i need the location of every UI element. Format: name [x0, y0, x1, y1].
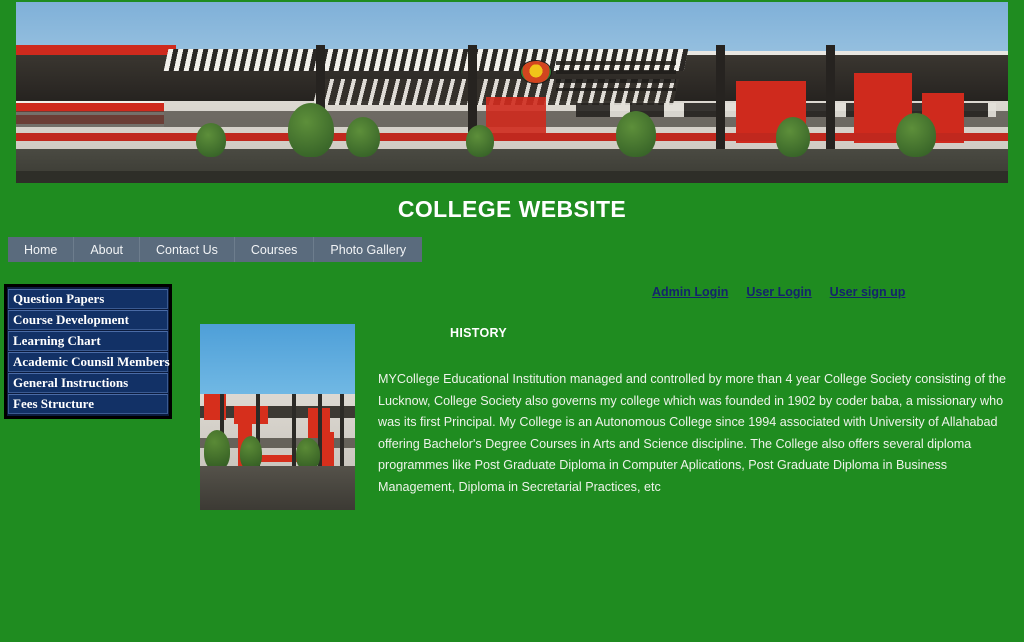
banner-road [16, 171, 1008, 183]
nav-item-photo-gallery[interactable]: Photo Gallery [314, 237, 422, 262]
college-emblem-icon [521, 61, 551, 83]
building-pillar-4 [826, 45, 835, 149]
sidebar-menu: Question Papers Course Development Learn… [4, 284, 172, 419]
banner-tree [776, 117, 810, 157]
sidebar-item-course-development[interactable]: Course Development [8, 310, 168, 330]
banner-tree [616, 111, 656, 157]
user-signup-link[interactable]: User sign up [830, 285, 906, 299]
history-heading: HISTORY [450, 326, 507, 340]
thumbnail-red-panel [322, 432, 334, 466]
banner-tree [346, 117, 380, 157]
thumbnail-tree [204, 430, 230, 470]
banner-building [16, 45, 1008, 155]
sidebar-item-question-papers[interactable]: Question Papers [8, 289, 168, 309]
thumbnail-ground [200, 466, 355, 510]
history-paragraph: MYCollege Educational Institution manage… [378, 372, 1006, 494]
building-pillar-3 [716, 45, 725, 149]
nav-item-home[interactable]: Home [8, 237, 75, 262]
college-signage-text [556, 61, 676, 91]
admin-login-link[interactable]: Admin Login [652, 285, 728, 299]
user-login-link[interactable]: User Login [746, 285, 811, 299]
nav-item-contact-us[interactable]: Contact Us [140, 237, 235, 262]
header-banner-image [16, 2, 1008, 183]
nav-item-about[interactable]: About [74, 237, 141, 262]
banner-tree [196, 123, 226, 157]
thumbnail-red-panel [234, 406, 268, 424]
banner-tree [896, 113, 936, 157]
college-thumbnail-image [200, 324, 355, 510]
sidebar-item-general-instructions[interactable]: General Instructions [8, 373, 168, 393]
auth-links-bar: Admin Login User Login User sign up [652, 285, 905, 299]
banner-tree [466, 125, 494, 157]
main-navigation: Home About Contact Us Courses Photo Gall… [8, 237, 423, 262]
building-red-stripe [16, 133, 1008, 141]
thumbnail-tree [240, 436, 262, 470]
sidebar-item-academic-counsil-members[interactable]: Academic Counsil Members [8, 352, 170, 372]
nav-item-courses[interactable]: Courses [235, 237, 315, 262]
page-title: COLLEGE WEBSITE [397, 196, 627, 222]
sidebar-item-learning-chart[interactable]: Learning Chart [8, 331, 168, 351]
sidebar-item-fees-structure[interactable]: Fees Structure [8, 394, 168, 414]
thumbnail-pillar [340, 394, 344, 470]
building-red-panel-center [486, 97, 546, 137]
banner-tree [288, 103, 334, 157]
